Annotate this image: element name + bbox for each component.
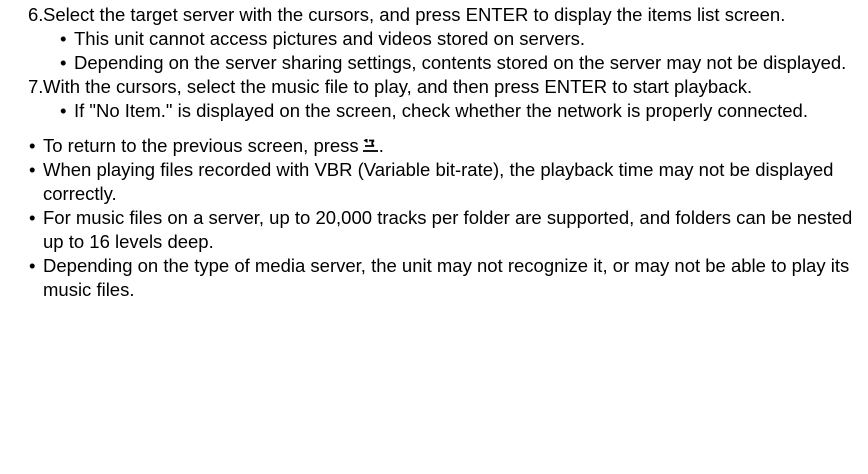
list-item: • If "No Item." is displayed on the scre… [0,99,868,123]
step-number: 6. [28,4,44,25]
step-7: 7. With the cursors, select the music fi… [0,75,868,99]
note-text: Depending on the type of media server, t… [43,255,850,300]
note-return: • To return to the previous screen, pres… [0,134,868,158]
list-item-text: If "No Item." is displayed on the screen… [74,100,808,121]
step-6-notes: • This unit cannot access pictures and v… [0,27,868,75]
list-item-text: Depending on the server sharing settings… [74,52,847,73]
note-item: • When playing files recorded with VBR (… [0,158,868,206]
bullet: • [60,100,67,121]
bullet: • [29,255,36,276]
bullet: • [29,159,36,180]
note-end: . [378,135,384,156]
instruction-page: 6. Select the target server with the cur… [0,0,868,474]
list-item: • This unit cannot access pictures and v… [0,27,868,51]
note-item: • For music files on a server, up to 20,… [0,206,868,254]
note-item: • Depending on the type of media server,… [0,254,868,302]
list-item-text: This unit cannot access pictures and vid… [74,28,586,49]
return-arrow-icon [362,135,379,152]
bullet: • [60,52,67,73]
step-number: 7. [28,76,44,97]
list-item: • Depending on the server sharing settin… [0,51,868,75]
note-text: To return to the previous screen, press [43,135,359,156]
bullet: • [60,28,67,49]
step-7-notes: • If "No Item." is displayed on the scre… [0,99,868,123]
bullet: • [29,207,36,228]
step-6: 6. Select the target server with the cur… [0,3,868,27]
step-text: With the cursors, select the music file … [43,76,753,97]
bullet: • [29,135,36,156]
note-text: For music files on a server, up to 20,00… [43,207,853,252]
note-text: When playing files recorded with VBR (Va… [43,159,834,204]
step-text: Select the target server with the cursor… [43,4,786,25]
